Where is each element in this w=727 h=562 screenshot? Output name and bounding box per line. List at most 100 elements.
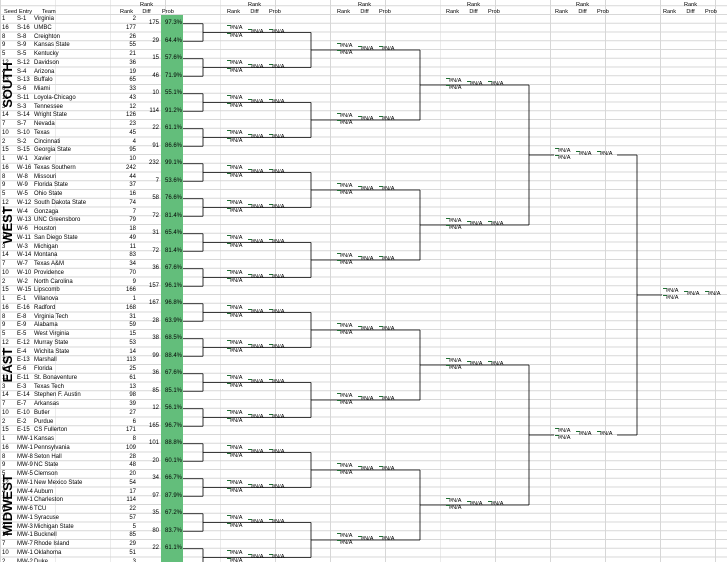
rank-cell[interactable]: 113 (112, 356, 136, 364)
entry-cell[interactable]: E-1 (17, 295, 26, 303)
team-cell[interactable]: Virginia Tech (34, 313, 68, 321)
rank-cell[interactable]: 14 (112, 348, 136, 356)
entry-cell[interactable]: E-12 (17, 339, 30, 347)
rank-cell[interactable]: 18 (112, 225, 136, 233)
entry-cell[interactable]: MW-1 (17, 444, 33, 452)
prob-cell[interactable]: 91.6% (161, 557, 183, 562)
prob-cell[interactable]: 71.9% (161, 67, 183, 85)
entry-cell[interactable]: S-16 (17, 24, 30, 32)
team-cell[interactable]: Marshall (34, 356, 57, 364)
rank-cell[interactable]: 54 (112, 479, 136, 487)
team-cell[interactable]: Arizona (34, 68, 54, 76)
entry-cell[interactable]: W-8 (17, 173, 28, 181)
entry-cell[interactable]: W-12 (17, 199, 31, 207)
rank-cell[interactable]: 51 (112, 549, 136, 557)
entry-cell[interactable]: E-9 (17, 321, 26, 329)
rank-cell[interactable]: 31 (112, 313, 136, 321)
entry-cell[interactable]: E-14 (17, 391, 30, 399)
team-cell[interactable]: Duke (34, 558, 48, 562)
team-cell[interactable]: Arkansas (34, 400, 59, 408)
entry-cell[interactable]: S-7 (17, 120, 26, 128)
entry-cell[interactable]: MW-6 (17, 505, 33, 513)
prob-cell[interactable]: 65.4% (161, 225, 183, 243)
rank-cell[interactable]: 34 (112, 260, 136, 268)
entry-cell[interactable]: S-9 (17, 41, 26, 49)
entry-cell[interactable]: W-9 (17, 181, 28, 189)
rank-cell[interactable]: 36 (112, 59, 136, 67)
rank-cell[interactable]: 21 (112, 50, 136, 58)
entry-cell[interactable]: MW-2 (17, 558, 33, 562)
entry-cell[interactable]: MW-1 (17, 549, 33, 557)
rank-cell[interactable]: 61 (112, 374, 136, 382)
team-cell[interactable]: Florida State (34, 181, 68, 189)
team-cell[interactable]: St. Bonaventure (34, 374, 77, 382)
rank-cell[interactable]: 59 (112, 321, 136, 329)
rank-cell[interactable]: 242 (112, 164, 136, 172)
entry-cell[interactable]: E-4 (17, 348, 26, 356)
rank-diff-cell[interactable]: 36 (140, 369, 159, 377)
prob-cell[interactable]: 57.6% (161, 50, 183, 68)
team-cell[interactable]: Xavier (34, 155, 51, 163)
entry-cell[interactable]: MW-4 (17, 488, 33, 496)
entry-cell[interactable]: E-15 (17, 426, 30, 434)
team-cell[interactable]: CS Fullerton (34, 426, 67, 434)
rank-cell[interactable]: 74 (112, 199, 136, 207)
entry-cell[interactable]: E-13 (17, 356, 30, 364)
prob-cell[interactable]: 67.6% (161, 260, 183, 278)
team-cell[interactable]: Providence (34, 269, 64, 277)
rank-cell[interactable]: 166 (112, 286, 136, 294)
team-cell[interactable]: Auburn (34, 488, 53, 496)
rank-cell[interactable]: 49 (112, 234, 136, 242)
entry-cell[interactable]: E-3 (17, 383, 26, 391)
entry-cell[interactable]: S-3 (17, 103, 26, 111)
team-cell[interactable]: Syracuse (34, 514, 59, 522)
team-cell[interactable]: Florida (34, 365, 52, 373)
rank-diff-cell[interactable]: 10 (140, 89, 159, 97)
entry-cell[interactable]: S-12 (17, 59, 30, 67)
team-cell[interactable]: Stephen F. Austin (34, 391, 81, 399)
prob-cell[interactable]: 64.4% (161, 32, 183, 50)
team-cell[interactable]: Rhode Island (34, 540, 69, 548)
entry-cell[interactable]: MW-1 (17, 479, 33, 487)
entry-cell[interactable]: MW-1 (17, 514, 33, 522)
rank-diff-cell[interactable]: 175 (140, 19, 159, 27)
rank-cell[interactable]: 44 (112, 173, 136, 181)
rank-cell[interactable]: 39 (112, 400, 136, 408)
team-cell[interactable]: Cincinnati (34, 138, 60, 146)
rank-cell[interactable]: 27 (112, 409, 136, 417)
entry-cell[interactable]: W-7 (17, 260, 28, 268)
prob-cell[interactable]: 99.1% (161, 155, 183, 173)
rank-cell[interactable]: 70 (112, 269, 136, 277)
rank-cell[interactable]: 37 (112, 181, 136, 189)
rank-cell[interactable]: 19 (112, 68, 136, 76)
entry-cell[interactable]: MW-1 (17, 435, 33, 443)
team-cell[interactable]: Missouri (34, 173, 56, 181)
team-cell[interactable]: North Carolina (34, 278, 73, 286)
rank-cell[interactable]: 10 (112, 155, 136, 163)
prob-cell[interactable]: 97.3% (161, 15, 183, 33)
prob-cell[interactable]: 67.6% (161, 365, 183, 383)
team-cell[interactable]: Gonzaga (34, 208, 58, 216)
entry-cell[interactable]: E-6 (17, 365, 26, 373)
entry-cell[interactable]: E-7 (17, 400, 26, 408)
prob-cell[interactable]: 91.2% (161, 102, 183, 120)
rank-cell[interactable]: 17 (112, 488, 136, 496)
rank-diff-cell[interactable]: 36 (140, 264, 159, 272)
rank-diff-cell[interactable]: 80 (140, 527, 159, 535)
team-cell[interactable]: Bucknell (34, 531, 57, 539)
rank-diff-cell[interactable]: 97 (140, 492, 159, 500)
rank-cell[interactable]: 6 (112, 418, 136, 426)
entry-cell[interactable]: MW-3 (17, 523, 33, 531)
rank-cell[interactable]: 114 (112, 496, 136, 504)
entry-cell[interactable]: S-13 (17, 76, 30, 84)
entry-cell[interactable]: E-11 (17, 374, 29, 382)
entry-cell[interactable]: S-1 (17, 15, 26, 23)
prob-cell[interactable]: 76.6% (161, 190, 183, 208)
team-cell[interactable]: Lipscomb (34, 286, 60, 294)
rank-cell[interactable]: 57 (112, 514, 136, 522)
rank-cell[interactable]: 29 (112, 540, 136, 548)
rank-cell[interactable]: 79 (112, 216, 136, 224)
team-cell[interactable]: Michigan State (34, 523, 74, 531)
team-cell[interactable]: Oklahoma (34, 549, 61, 557)
rank-cell[interactable]: 11 (112, 243, 136, 251)
